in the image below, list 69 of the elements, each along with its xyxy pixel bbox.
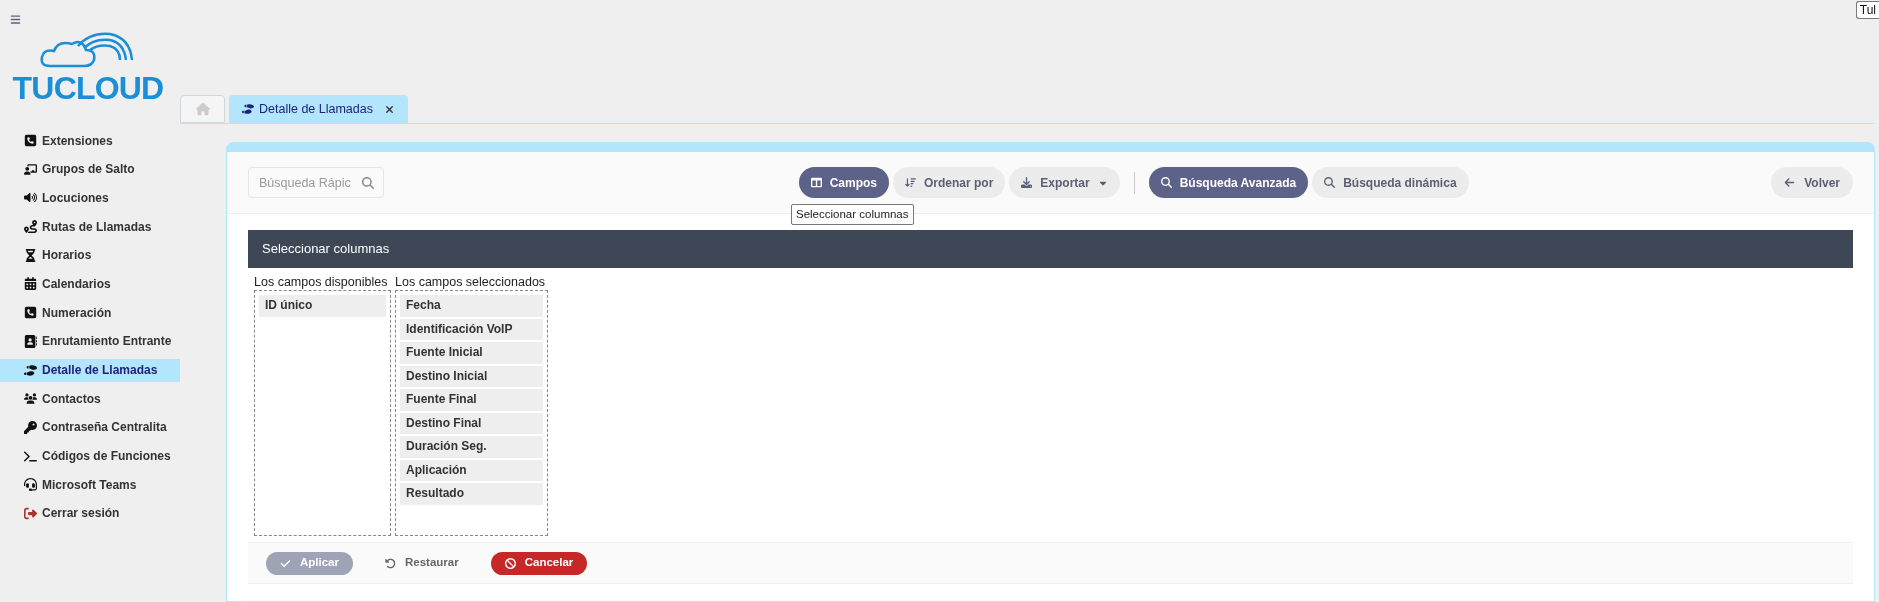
toolbar-button[interactable]: Exportar — [1009, 167, 1120, 198]
search-icon[interactable] — [362, 177, 374, 189]
field-item[interactable]: Resultado — [400, 483, 543, 505]
toolbar-button[interactable]: Búsqueda Avanzada — [1148, 167, 1309, 198]
route-icon — [24, 220, 37, 234]
undo-icon — [385, 557, 396, 569]
field-item[interactable]: Aplicación — [400, 459, 543, 481]
field-item[interactable]: Identificación VoIP — [400, 318, 543, 340]
sidebar-item[interactable]: Contraseña Centralita — [0, 415, 180, 439]
headset-icon — [24, 478, 37, 492]
tooltip: Tul — [1855, 1, 1879, 19]
logout-icon — [24, 506, 37, 520]
key-icon — [24, 420, 37, 434]
field-item[interactable]: Fuente Final — [400, 389, 543, 411]
sidebar-item[interactable]: Calendarios — [0, 272, 180, 296]
cancel-button[interactable]: Cancelar — [490, 551, 588, 575]
back-button[interactable]: Volver — [1771, 167, 1853, 198]
sidebar-item[interactable]: Rutas de Llamadas — [0, 215, 180, 239]
reset-button[interactable]: Restaurar — [371, 551, 473, 575]
field-item[interactable]: Destino Final — [400, 412, 543, 434]
hourglass-icon — [24, 248, 37, 262]
toolbar-button[interactable]: Búsqueda dinámica — [1312, 167, 1469, 198]
menu-icon[interactable] — [10, 14, 21, 25]
search-field[interactable]: Búsqueda Rápic — [248, 167, 384, 198]
search-icon — [1160, 177, 1172, 188]
sidebar-item[interactable]: Locuciones — [0, 186, 180, 210]
sidebar-item[interactable]: Extensiones — [0, 129, 180, 152]
sidebar-item[interactable]: Cerrar sesión — [0, 501, 180, 525]
terminal-icon — [24, 449, 37, 463]
phone-icon — [24, 134, 37, 147]
footprints-icon — [24, 363, 37, 377]
field-item[interactable]: Fecha — [400, 295, 543, 317]
page-tab[interactable]: Detalle de Llamadas — [229, 95, 408, 123]
sidebar-item[interactable]: Detalle de Llamadas — [0, 358, 180, 382]
field-item[interactable]: ID único — [259, 295, 386, 317]
ban-icon — [504, 557, 516, 569]
sidebar-item[interactable]: Horarios — [0, 243, 180, 267]
sidebar-item[interactable]: Contactos — [0, 387, 180, 411]
speaker-icon — [24, 191, 37, 205]
sidebar-item[interactable]: Enrutamiento Entrante — [0, 329, 180, 353]
footprints-icon — [242, 103, 254, 115]
logo-text: TUCLOUD — [12, 70, 164, 106]
users-icon — [24, 392, 37, 406]
phone-icon — [24, 306, 37, 320]
field-item[interactable]: Fuente Inicial — [400, 342, 543, 364]
presenter-icon — [24, 162, 37, 176]
close-icon[interactable] — [383, 103, 395, 115]
check-icon — [280, 557, 291, 569]
home-icon — [195, 102, 210, 116]
panel-header: Seleccionar columnas — [248, 230, 1853, 268]
sidebar-item[interactable]: Microsoft Teams — [0, 473, 180, 497]
toolbar-button[interactable]: Ordenar por — [893, 167, 1006, 198]
calendar-icon — [24, 277, 37, 291]
field-item[interactable]: Duración Seg. — [400, 436, 543, 458]
sort-icon — [905, 177, 916, 188]
list-label: Los campos seleccionados — [395, 275, 547, 290]
list-label: Los campos disponibles — [254, 275, 389, 290]
toolbar-button[interactable]: Campos — [798, 167, 889, 198]
address-book-icon — [24, 334, 37, 348]
tooltip: Seleccionar columnas — [791, 204, 914, 226]
download-icon — [1021, 177, 1033, 188]
sidebar-item[interactable]: Códigos de Funciones — [0, 444, 180, 468]
search-icon — [1324, 177, 1336, 188]
arrow-left-icon — [1784, 177, 1796, 188]
sidebar-item[interactable]: Grupos de Salto — [0, 157, 180, 181]
field-item[interactable]: Destino Inicial — [400, 365, 543, 387]
columns-icon — [810, 177, 822, 188]
sidebar-item[interactable]: Numeración — [0, 301, 180, 325]
tab-label: Detalle de Llamadas — [259, 100, 373, 118]
